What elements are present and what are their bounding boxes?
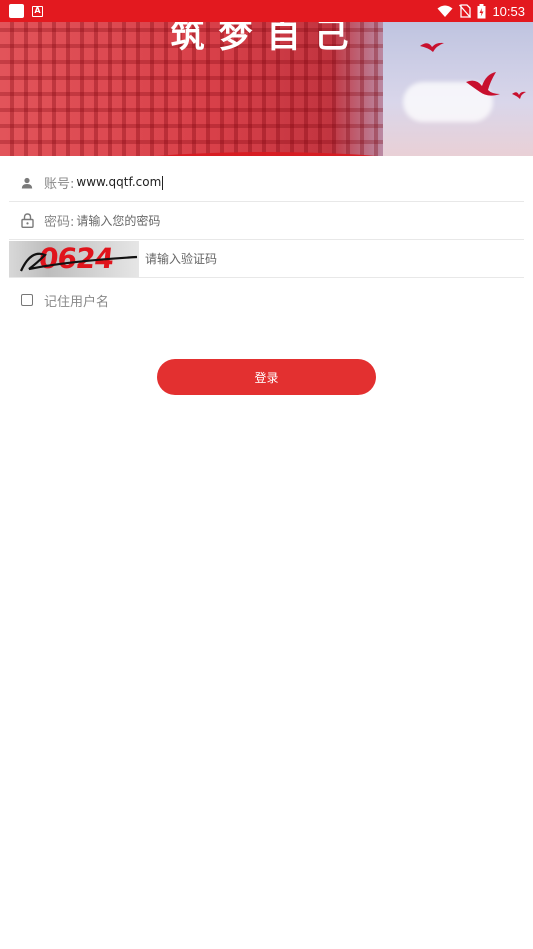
account-label: 账号:: [44, 177, 75, 192]
header-banner: 筑梦自己: [0, 22, 533, 156]
password-field[interactable]: 密码: 请输入您的密码: [9, 202, 524, 240]
lock-icon: [18, 212, 36, 230]
password-label: 密码:: [44, 215, 75, 230]
status-bar-right: 10:53: [437, 0, 525, 22]
account-input[interactable]: www.qqtf.com: [76, 175, 164, 190]
login-button[interactable]: 登录: [157, 359, 376, 395]
remember-label: 记住用户名: [44, 294, 110, 310]
captcha-image[interactable]: 0624: [9, 240, 139, 277]
a-icon: A: [32, 5, 43, 17]
status-bar-left: A: [0, 4, 43, 18]
wifi-icon: [437, 5, 453, 17]
no-sim-icon: [459, 4, 472, 18]
battery-charging-icon: [477, 3, 486, 18]
bird-icon: [512, 91, 526, 99]
captcha-field[interactable]: 0624 请输入验证码: [9, 240, 524, 278]
status-time: 10:53: [492, 3, 525, 19]
password-input[interactable]: 请输入您的密码: [76, 212, 160, 229]
remember-checkbox[interactable]: [21, 294, 33, 306]
captcha-noise-line: [19, 252, 138, 271]
captcha-input[interactable]: 请输入验证码: [145, 250, 217, 267]
text-cursor: [162, 175, 164, 190]
bird-icon: [466, 72, 500, 96]
account-field[interactable]: 账号: www.qqtf.com: [9, 164, 524, 202]
status-bar: A 10:53: [0, 0, 533, 22]
user-icon: [18, 174, 36, 192]
app-icon: [9, 4, 24, 18]
account-input-value: www.qqtf.com: [76, 175, 162, 190]
banner-title: 筑梦自己: [170, 22, 363, 56]
remember-username[interactable]: 记住用户名: [9, 282, 109, 318]
